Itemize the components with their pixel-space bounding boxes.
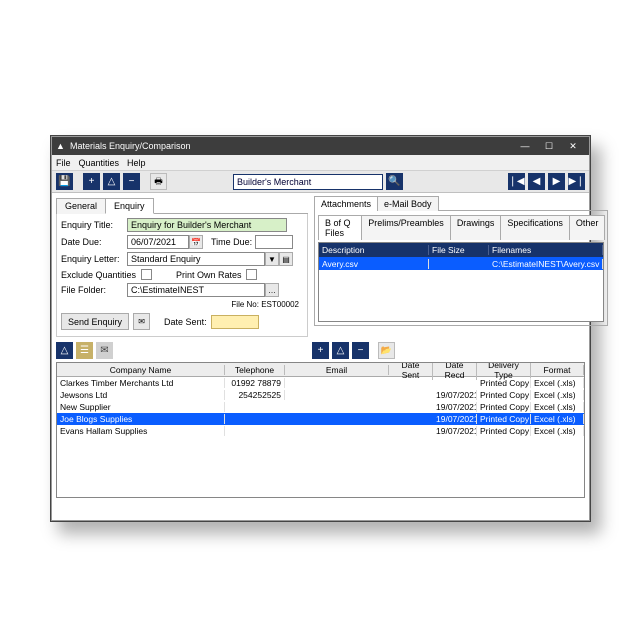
prev-button[interactable]: ◀ [528,173,545,190]
file-row[interactable]: Avery.csv C:\EstimateINEST\Avery.csv [319,257,603,270]
exclude-quantities-checkbox[interactable] [141,269,152,280]
supplier-row[interactable]: Clarkes Timber Merchants Ltd01992 78879P… [57,377,584,389]
enquiry-title-label: Enquiry Title: [61,220,127,230]
files-head-size: File Size [429,245,489,255]
enquiry-letter-label: Enquiry Letter: [61,254,127,264]
supplier-up-button[interactable]: △ [56,342,73,359]
print-rates-label: Print Own Rates [176,270,246,280]
suppliers-grid[interactable]: Company Name Telephone Email Date Sent D… [56,362,585,498]
menu-help[interactable]: Help [127,158,146,168]
attach-open-button[interactable]: 📂 [378,342,395,359]
maximize-button[interactable]: ☐ [537,137,561,155]
last-button[interactable]: ▶❘ [568,173,585,190]
first-button[interactable]: ❘◀ [508,173,525,190]
files-head-description: Description [319,245,429,255]
date-sent-label: Date Sent: [164,317,207,327]
tab-boq[interactable]: B of Q Files [318,215,362,240]
enquiry-title-input[interactable] [127,218,287,232]
col-date-recd: Date Recd [433,362,477,380]
tab-enquiry[interactable]: Enquiry [105,198,154,214]
supplier-row[interactable]: Jewsons Ltd25425252519/07/2021Printed Co… [57,389,584,401]
tab-attachments[interactable]: Attachments [314,196,378,211]
add-button[interactable]: + [83,173,100,190]
supplier-send-button[interactable]: ✉ [96,342,113,359]
supplier-filter-button[interactable]: ☰ [76,342,93,359]
minimize-button[interactable]: — [513,137,537,155]
save-button[interactable]: 💾 [56,173,73,190]
date-picker-button[interactable]: 📅 [189,235,203,249]
file-folder-label: File Folder: [61,285,127,295]
supplier-row[interactable]: Evans Hallam Supplies19/07/2021Printed C… [57,425,584,437]
enquiry-panel: Enquiry Title: Date Due: 📅 Time Due: Enq… [56,214,308,337]
app-icon: ▲ [56,141,66,151]
date-due-input[interactable] [127,235,189,249]
email-icon-button[interactable]: ✉ [133,313,150,330]
menu-file[interactable]: File [56,158,71,168]
file-folder-input[interactable] [127,283,265,297]
tab-drawings[interactable]: Drawings [450,215,502,240]
attach-add-button[interactable]: + [312,342,329,359]
supplier-row[interactable]: Joe Blogs Supplies19/07/2021Printed Copy… [57,413,584,425]
time-due-input[interactable] [255,235,293,249]
main-toolbar: 💾 + △ − 🖶 🔍 ❘◀ ◀ ▶ ▶❘ [52,171,589,193]
delete-button[interactable]: △ [103,173,120,190]
menubar: File Quantities Help [52,155,589,171]
files-grid[interactable]: Description File Size Filenames Avery.cs… [318,242,604,322]
date-due-label: Date Due: [61,237,127,247]
merchant-input[interactable] [233,174,383,190]
remove-button[interactable]: − [123,173,140,190]
exclude-quantities-label: Exclude Quantities [61,270,141,280]
browse-button[interactable]: … [265,283,279,297]
titlebar: ▲ Materials Enquiry/Comparison — ☐ ✕ [52,137,589,155]
col-email: Email [285,365,389,375]
send-enquiry-button[interactable]: Send Enquiry [61,313,129,330]
tab-other[interactable]: Other [569,215,606,240]
letter-link-button[interactable]: ▤ [279,252,293,266]
dropdown-button[interactable]: ▼ [265,252,279,266]
col-company: Company Name [57,365,225,375]
col-format: Format [531,365,584,375]
menu-quantities[interactable]: Quantities [79,158,120,168]
attach-up-button[interactable]: △ [332,342,349,359]
col-date-sent: Date Sent [389,362,433,380]
print-button[interactable]: 🖶 [150,173,167,190]
print-rates-checkbox[interactable] [246,269,257,280]
enquiry-letter-input[interactable] [127,252,265,266]
col-delivery-type: Delivery Type [477,362,531,380]
file-no-label: File No: EST00002 [61,300,303,309]
attach-remove-button[interactable]: − [352,342,369,359]
supplier-row[interactable]: New Supplier19/07/2021Printed CopyExcel … [57,401,584,413]
app-window: ▲ Materials Enquiry/Comparison — ☐ ✕ Fil… [51,136,590,521]
time-due-label: Time Due: [211,237,255,247]
col-telephone: Telephone [225,365,285,375]
window-title: Materials Enquiry/Comparison [70,141,191,151]
tab-email-body[interactable]: e-Mail Body [377,196,439,211]
tab-general[interactable]: General [56,198,106,214]
date-sent-field[interactable] [211,315,259,329]
close-button[interactable]: ✕ [561,137,585,155]
search-button[interactable]: 🔍 [386,173,403,190]
next-button[interactable]: ▶ [548,173,565,190]
left-tabs: General Enquiry [56,197,308,214]
files-head-filenames: Filenames [489,245,603,255]
tab-specs[interactable]: Specifications [500,215,570,240]
right-top-tabs: Attachments e-Mail Body [314,195,608,211]
tab-prelims[interactable]: Prelims/Preambles [361,215,451,240]
